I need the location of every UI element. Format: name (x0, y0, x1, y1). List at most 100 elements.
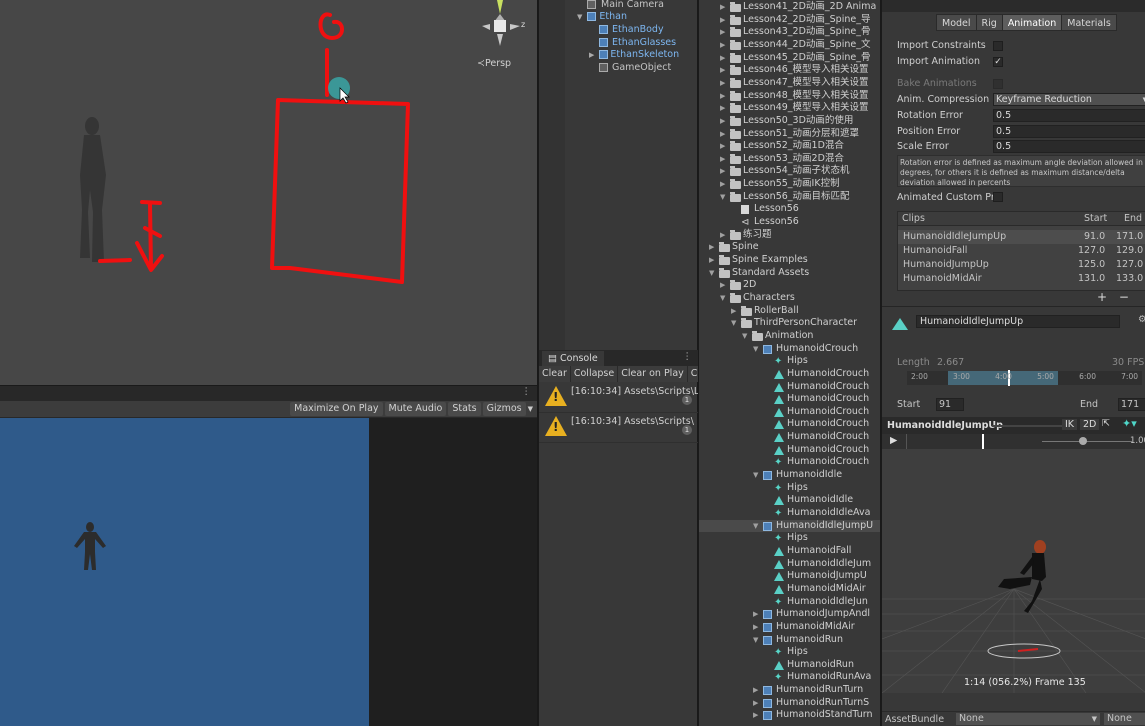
clear-on-play-button[interactable]: Clear on Play (618, 366, 688, 382)
project-item[interactable]: ▶ Lesson45_2D动画_Spine_骨 (699, 52, 880, 65)
chevron-right-icon[interactable]: ▶ (720, 165, 725, 178)
chevron-down-icon[interactable]: ▼ (528, 405, 533, 413)
hierarchy-item-ethan[interactable]: ▼ Ethan (577, 10, 627, 23)
project-item[interactable]: ▶ Lesson42_2D动画_Spine_导 (699, 14, 880, 27)
project-item[interactable]: ▶ Lesson54_动画子状态机 (699, 165, 880, 178)
project-item[interactable]: ▶ Lesson48_模型导入相关设置 (699, 90, 880, 103)
chevron-right-icon[interactable]: ▶ (753, 709, 758, 722)
hierarchy-item-ethanskeleton[interactable]: ▶ EthanSkeleton (589, 48, 679, 61)
project-item[interactable]: HumanoidCrouch (699, 381, 880, 394)
chevron-right-icon[interactable]: ▶ (720, 279, 725, 292)
scene-view[interactable]: z ≺Persp (0, 0, 537, 385)
assetbundle-dropdown[interactable]: None ▼ (956, 713, 1100, 725)
project-item[interactable]: ✦ Hips (699, 355, 880, 368)
project-item[interactable]: ✦ HumanoidIdleJun (699, 596, 880, 609)
project-item[interactable]: ▶ HumanoidRunTurnS (699, 697, 880, 710)
assetbundle-variant-dropdown[interactable]: None (1104, 713, 1145, 725)
import-animation-checkbox[interactable]: ✓ (993, 57, 1003, 67)
project-item[interactable]: ▶ Lesson43_2D动画_Spine_骨 (699, 26, 880, 39)
project-item[interactable]: ▶ Lesson50_3D动画的使用 (699, 115, 880, 128)
project-item[interactable]: HumanoidJumpU (699, 570, 880, 583)
project-item[interactable]: ▶ HumanoidMidAir (699, 621, 880, 634)
chevron-right-icon[interactable]: ▶ (720, 64, 725, 77)
gizmos-button[interactable]: Gizmos (482, 402, 526, 416)
project-item[interactable]: ▶ Lesson53_动画2D混合 (699, 153, 880, 166)
ik-toggle[interactable]: IK (1062, 419, 1078, 430)
clip-row[interactable]: HumanoidIdleJumpUp 91.0 171.0 (898, 230, 1145, 244)
chevron-down-icon[interactable]: ▼ (720, 292, 725, 305)
hierarchy-item-gameobject[interactable]: GameObject (599, 61, 671, 74)
project-item[interactable]: ▼ HumanoidIdle (699, 469, 880, 482)
play-icon[interactable]: ▶ (890, 435, 897, 446)
project-item[interactable]: HumanoidFall (699, 545, 880, 558)
chevron-right-icon[interactable]: ▶ (720, 229, 725, 242)
preview-drag-handle[interactable] (992, 425, 1062, 427)
end-field[interactable]: 171 (1118, 398, 1145, 411)
project-item[interactable]: ▶ Lesson47_模型导入相关设置 (699, 77, 880, 90)
console-message[interactable]: [16:10:34] Assets\Scripts\Le 1 (539, 383, 705, 413)
project-item[interactable]: HumanoidIdle (699, 494, 880, 507)
project-item[interactable]: ▶ HumanoidStandTurn (699, 709, 880, 722)
chevron-down-icon[interactable]: ▼ (742, 330, 747, 343)
project-item[interactable]: ▼ HumanoidIdleJumpU (699, 519, 880, 533)
chevron-down-icon[interactable]: ▼ (753, 520, 758, 533)
chevron-right-icon[interactable]: ▶ (753, 684, 758, 697)
animated-custom-props-checkbox[interactable] (993, 192, 1003, 202)
console-message[interactable]: [16:10:34] Assets\Scripts\ 1 (539, 413, 698, 443)
chevron-right-icon[interactable]: ▶ (753, 608, 758, 621)
project-item[interactable]: ▶ Lesson51_动画分层和遮罩 (699, 128, 880, 141)
clip-row[interactable]: HumanoidJumpUp 125.0 127.0 (898, 258, 1145, 272)
chevron-right-icon[interactable]: ▶ (720, 14, 725, 27)
game-view[interactable] (0, 418, 369, 726)
chevron-down-icon[interactable]: ▼ (753, 343, 758, 356)
project-item[interactable]: ▼ Characters (699, 292, 880, 305)
scale-error-field[interactable]: 0.5 (993, 140, 1145, 153)
maximize-on-play-button[interactable]: Maximize On Play (290, 402, 383, 416)
mute-audio-button[interactable]: Mute Audio (384, 402, 447, 416)
project-item[interactable]: ▶ Lesson41_2D动画_2D Anima (699, 1, 880, 14)
project-item[interactable]: HumanoidIdleJum (699, 558, 880, 571)
project-item[interactable]: HumanoidCrouch (699, 431, 880, 444)
chevron-right-icon[interactable]: ▶ (753, 621, 758, 634)
project-item[interactable]: ✦ Hips (699, 646, 880, 659)
project-item[interactable]: ✦ Hips (699, 482, 880, 495)
start-field[interactable]: 91 (936, 398, 964, 411)
persp-label[interactable]: ≺Persp (477, 58, 511, 69)
stats-button[interactable]: Stats (448, 402, 481, 416)
clear-button[interactable]: Clear (539, 366, 571, 382)
chevron-right-icon[interactable]: ▶ (709, 241, 714, 254)
clip-name-field[interactable]: HumanoidIdleJumpUp (916, 315, 1120, 328)
hierarchy-item-ethanbody[interactable]: EthanBody (599, 23, 664, 36)
chevron-right-icon[interactable]: ▶ (731, 305, 736, 318)
chevron-right-icon[interactable]: ▶ (720, 128, 725, 141)
preview-playhead[interactable] (982, 434, 984, 449)
chevron-down-icon[interactable]: ▼ (731, 317, 736, 330)
speed-slider[interactable] (1042, 441, 1132, 442)
project-item[interactable]: HumanoidMidAir (699, 583, 880, 596)
project-item[interactable]: ▶ Lesson52_动画1D混合 (699, 140, 880, 153)
remove-clip-button[interactable]: − (1119, 290, 1129, 304)
avatar-icon[interactable]: ✦▾ (1122, 417, 1137, 430)
bake-animations-checkbox[interactable] (993, 79, 1003, 89)
chevron-right-icon[interactable]: ▶ (720, 39, 725, 52)
project-item[interactable]: ▶ HumanoidRunTurn (699, 684, 880, 697)
project-item[interactable]: ▼ Standard Assets (699, 267, 880, 280)
project-item[interactable]: HumanoidCrouch (699, 444, 880, 457)
project-item[interactable]: Lesson56 (699, 203, 880, 216)
project-item[interactable]: ▼ ThirdPersonCharacter (699, 317, 880, 330)
chevron-right-icon[interactable]: ▶ (720, 26, 725, 39)
project-item[interactable]: ▼ HumanoidCrouch (699, 343, 880, 356)
project-item[interactable]: ✦ HumanoidRunAva (699, 671, 880, 684)
chevron-right-icon[interactable]: ▶ (720, 115, 725, 128)
project-item[interactable]: ▶ Lesson49_模型导入相关设置 (699, 102, 880, 115)
project-item[interactable]: ✦ HumanoidIdleAva (699, 507, 880, 520)
tab-rig[interactable]: Rig (975, 14, 1003, 31)
project-item[interactable]: ✦ Hips (699, 532, 880, 545)
project-item[interactable]: ▶ RollerBall (699, 305, 880, 318)
project-item[interactable]: HumanoidRun (699, 659, 880, 672)
project-item[interactable]: ▶ 练习题 (699, 229, 880, 242)
chevron-down-icon[interactable]: ▼ (720, 191, 725, 204)
project-item[interactable]: ▶ Lesson46_模型导入相关设置 (699, 64, 880, 77)
more-options-icon[interactable]: ⋮ (522, 386, 532, 397)
anim-compression-dropdown[interactable]: Keyframe Reduction▼ (993, 93, 1145, 106)
